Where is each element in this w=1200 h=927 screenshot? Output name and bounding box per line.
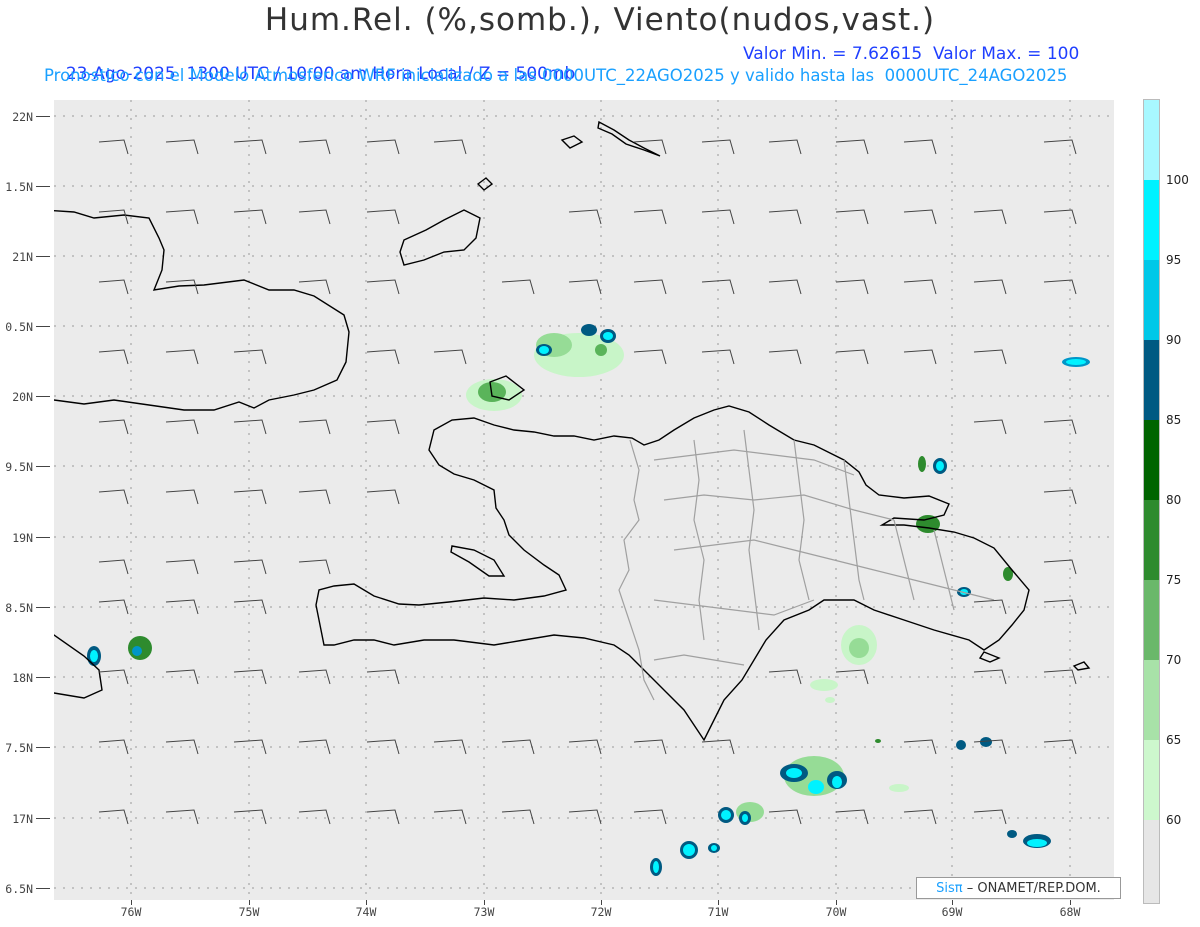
colorbar-segment (1144, 580, 1159, 660)
lat-label: 22N (12, 110, 33, 124)
colorbar-segment (1144, 260, 1159, 340)
colorbar-label: 95 (1166, 253, 1182, 267)
colorbar-label: 70 (1166, 653, 1182, 667)
colorbar-segment (1144, 660, 1159, 740)
lon-tick (952, 900, 953, 905)
lon-label: 73W (473, 905, 495, 919)
lon-label: 76W (120, 905, 142, 919)
graticule (54, 100, 1114, 900)
credit-box: Sisπ – ONAMET/REP.DOM. (916, 877, 1121, 899)
lat-label: 18N (12, 671, 33, 685)
lat-label: 17N (12, 812, 33, 826)
lon-tick (601, 900, 602, 905)
lat-tick (36, 396, 50, 397)
subtitle-line-2: Pronostico con el Modelo Atmosferico WRF… (44, 66, 1068, 85)
lon-label: 68W (1059, 905, 1081, 919)
lon-tick (1070, 900, 1071, 905)
colorbar-label: 100 (1166, 173, 1189, 187)
colorbar-label: 85 (1166, 413, 1182, 427)
lat-label: 8.5N (5, 601, 33, 615)
lon-tick (836, 900, 837, 905)
lat-tick (36, 256, 50, 257)
lat-label: 21N (12, 250, 33, 264)
lon-tick (484, 900, 485, 905)
lon-tick (249, 900, 250, 905)
lat-tick (36, 607, 50, 608)
colorbar-label: 90 (1166, 333, 1182, 347)
lon-tick (131, 900, 132, 905)
colorbar-label: 60 (1166, 813, 1182, 827)
chart-title: Hum.Rel. (%,somb.), Viento(nudos,vast.) (264, 2, 936, 38)
lon-tick (718, 900, 719, 905)
lat-label: 1.5N (5, 180, 33, 194)
lon-label: 74W (355, 905, 377, 919)
lat-tick (36, 888, 50, 889)
lon-tick (366, 900, 367, 905)
lon-label: 70W (825, 905, 847, 919)
colorbar-segment (1144, 820, 1159, 903)
lat-tick (36, 818, 50, 819)
colorbar-segment (1144, 420, 1159, 500)
lon-label: 75W (238, 905, 260, 919)
colorbar-segment (1144, 340, 1159, 420)
lat-label: 19N (12, 531, 33, 545)
colorbar-label: 75 (1166, 573, 1182, 587)
lat-tick (36, 537, 50, 538)
wind-barbs (98, 139, 1077, 825)
colorbar-segment (1144, 100, 1159, 180)
lat-tick (36, 326, 50, 327)
map-panel[interactable] (54, 100, 1114, 900)
lon-label: 69W (941, 905, 963, 919)
colorbar-label: 80 (1166, 493, 1182, 507)
min-max-label: Valor Min. = 7.62615 Valor Max. = 100 (743, 44, 1080, 64)
lat-label: 7.5N (5, 741, 33, 755)
lat-label: 6.5N (5, 882, 33, 896)
colorbar-segment (1144, 500, 1159, 580)
colorbar-segment (1144, 180, 1159, 260)
brand-logo-text: Sisπ (936, 881, 963, 896)
colorbar (1143, 99, 1160, 904)
credit-text: – ONAMET/REP.DOM. (966, 881, 1101, 896)
lat-label: 0.5N (5, 320, 33, 334)
lon-label: 71W (707, 905, 729, 919)
lat-label: 9.5N (5, 460, 33, 474)
lat-tick (36, 747, 50, 748)
lat-tick (36, 466, 50, 467)
map-canvas (54, 100, 1114, 900)
colorbar-segment (1144, 740, 1159, 820)
humidity-shading (87, 324, 1090, 876)
lat-label: 20N (12, 390, 33, 404)
lat-tick (36, 677, 50, 678)
lon-label: 72W (590, 905, 612, 919)
colorbar-label: 65 (1166, 733, 1182, 747)
lat-tick (36, 186, 50, 187)
lat-tick (36, 116, 50, 117)
